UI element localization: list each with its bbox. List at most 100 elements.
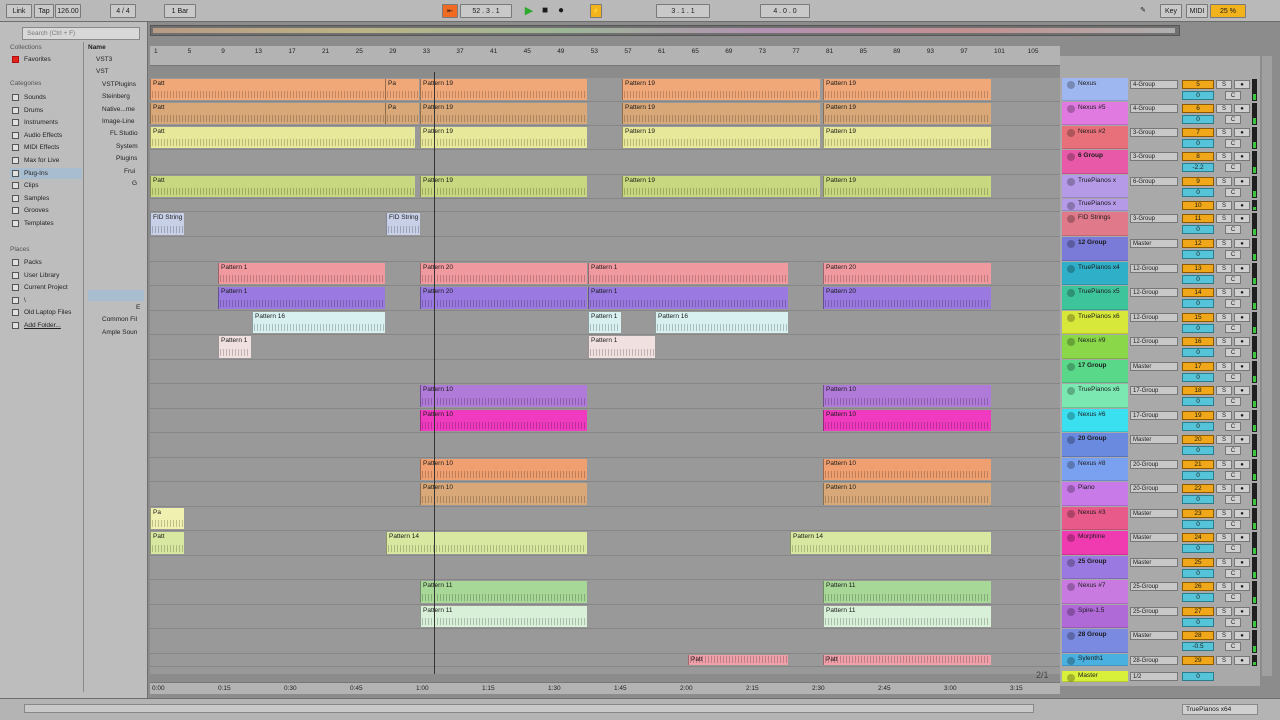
- track-name[interactable]: Nexus #5: [1062, 102, 1128, 125]
- pan-field[interactable]: C: [1225, 324, 1241, 333]
- midi-clip[interactable]: Pattern 1: [218, 287, 385, 309]
- fold-icon[interactable]: [1067, 387, 1075, 395]
- volume-field[interactable]: 0: [1182, 91, 1214, 100]
- arrangement-position-field[interactable]: 52 . 3 . 1: [460, 4, 512, 18]
- output-routing-dropdown[interactable]: 12-Group: [1130, 288, 1178, 297]
- volume-field[interactable]: 0: [1182, 139, 1214, 148]
- midi-clip[interactable]: Pattern 14: [790, 532, 991, 554]
- track-name[interactable]: Piano: [1062, 482, 1128, 506]
- quantize-dropdown[interactable]: 1 Bar: [164, 4, 196, 18]
- midi-clip[interactable]: Pattern 11: [823, 606, 991, 627]
- solo-button[interactable]: S: [1216, 177, 1232, 186]
- track-activator[interactable]: 25: [1182, 558, 1214, 567]
- category-item[interactable]: Samples: [10, 193, 82, 204]
- track-name[interactable]: Nexus #3: [1062, 507, 1128, 530]
- output-routing-dropdown[interactable]: 25-Group: [1130, 607, 1178, 616]
- tree-item[interactable]: [88, 252, 144, 263]
- track-header[interactable]: 28 Group Master 28 S ● -0.5 C: [1060, 629, 1260, 654]
- output-routing-dropdown[interactable]: 12-Group: [1130, 337, 1178, 346]
- track-name[interactable]: Spire-1.5: [1062, 605, 1128, 628]
- arm-button[interactable]: ●: [1234, 337, 1250, 346]
- midi-map-button[interactable]: MIDI: [1186, 4, 1208, 18]
- solo-button[interactable]: S: [1216, 533, 1232, 542]
- track-activator[interactable]: 10: [1182, 201, 1214, 210]
- volume-field[interactable]: 0: [1182, 446, 1214, 455]
- volume-field[interactable]: -2.2: [1182, 163, 1214, 172]
- track-name[interactable]: 12 Group: [1062, 237, 1128, 261]
- fold-icon[interactable]: [1067, 215, 1075, 223]
- arm-button[interactable]: ●: [1234, 177, 1250, 186]
- track-header[interactable]: TruePianos x5 12-Group 14 S ● 0 C: [1060, 286, 1260, 311]
- tree-item[interactable]: VSTPlugins: [88, 79, 144, 90]
- category-item[interactable]: Templates: [10, 218, 82, 229]
- track-header[interactable]: Nexus 4-Group 5 S ● 0 C: [1060, 78, 1260, 102]
- arrangement-overview[interactable]: [150, 25, 1180, 36]
- master-volume[interactable]: 0: [1182, 672, 1214, 681]
- pan-field[interactable]: C: [1225, 163, 1241, 172]
- track-header[interactable]: Nexus #5 4-Group 6 S ● 0 C: [1060, 102, 1260, 126]
- arm-button[interactable]: ●: [1234, 631, 1250, 640]
- track-name[interactable]: Nexus #9: [1062, 335, 1128, 359]
- place-item[interactable]: Packs: [10, 257, 82, 268]
- track-name[interactable]: Nexus #8: [1062, 458, 1128, 481]
- track-activator[interactable]: 7: [1182, 128, 1214, 137]
- fold-icon[interactable]: [1067, 674, 1075, 682]
- track-name[interactable]: TruePianos x: [1062, 175, 1128, 198]
- track-name[interactable]: TruePianos x5: [1062, 286, 1128, 310]
- midi-clip[interactable]: Pattern 11: [420, 606, 587, 627]
- follow-icon[interactable]: ⇤: [442, 4, 458, 18]
- track-header[interactable]: Nexus #6 17-Group 19 S ● 0 C: [1060, 409, 1260, 433]
- track-activator[interactable]: 9: [1182, 177, 1214, 186]
- track-activator[interactable]: 19: [1182, 411, 1214, 420]
- pan-field[interactable]: C: [1225, 593, 1241, 602]
- output-routing-dropdown[interactable]: 3-Group: [1130, 214, 1178, 223]
- track-activator[interactable]: 20: [1182, 435, 1214, 444]
- arrangement-lane[interactable]: [150, 237, 1060, 262]
- fold-icon[interactable]: [1067, 608, 1075, 616]
- tree-item[interactable]: Image-Line: [88, 116, 144, 127]
- solo-button[interactable]: S: [1216, 264, 1232, 273]
- arm-button[interactable]: ●: [1234, 460, 1250, 469]
- midi-clip[interactable]: Pattern 20: [823, 263, 991, 284]
- loop-start-field[interactable]: 3 . 1 . 1: [656, 4, 710, 18]
- tree-item[interactable]: Native...me: [88, 104, 144, 115]
- midi-clip[interactable]: Pattern 20: [420, 263, 587, 284]
- arm-button[interactable]: ●: [1234, 201, 1250, 210]
- key-map-button[interactable]: Key: [1160, 4, 1182, 18]
- pan-field[interactable]: C: [1225, 299, 1241, 308]
- vertical-scrollbar[interactable]: [1262, 56, 1272, 676]
- track-activator[interactable]: 27: [1182, 607, 1214, 616]
- fold-icon[interactable]: [1067, 485, 1075, 493]
- track-name[interactable]: Nexus #2: [1062, 126, 1128, 149]
- track-name[interactable]: FID Strings: [1062, 212, 1128, 236]
- arm-button[interactable]: ●: [1234, 128, 1250, 137]
- fold-icon[interactable]: [1067, 240, 1075, 248]
- midi-clip[interactable]: Pattern 19: [622, 127, 820, 148]
- track-header[interactable]: Nexus #8 20-Group 21 S ● 0 C: [1060, 458, 1260, 482]
- tree-item[interactable]: [88, 215, 144, 226]
- midi-clip[interactable]: Pattern 1: [588, 312, 621, 333]
- output-routing-dropdown[interactable]: 17-Group: [1130, 386, 1178, 395]
- solo-button[interactable]: S: [1216, 288, 1232, 297]
- arm-button[interactable]: ●: [1234, 607, 1250, 616]
- track-name[interactable]: TruePianos x6: [1062, 384, 1128, 408]
- tree-item[interactable]: [88, 240, 144, 251]
- track-activator[interactable]: 13: [1182, 264, 1214, 273]
- solo-button[interactable]: S: [1216, 362, 1232, 371]
- browser-search-input[interactable]: Search (Ctrl + F): [22, 27, 140, 40]
- midi-clip[interactable]: Pattern 19: [420, 176, 587, 197]
- tap-button[interactable]: Tap: [34, 4, 54, 18]
- pan-field[interactable]: C: [1225, 471, 1241, 480]
- volume-field[interactable]: 0: [1182, 422, 1214, 431]
- arrangement-lane[interactable]: Pattern 10 Pattern 10: [150, 458, 1060, 482]
- output-routing-dropdown[interactable]: 12-Group: [1130, 264, 1178, 273]
- midi-clip[interactable]: Pattern 1: [588, 336, 655, 358]
- solo-button[interactable]: S: [1216, 337, 1232, 346]
- arrangement-lane[interactable]: Patt Pattern 19 Pattern 19 Pattern 19: [150, 126, 1060, 150]
- tree-item[interactable]: VST: [88, 66, 144, 77]
- tree-item[interactable]: Ample Soun: [88, 327, 144, 338]
- tree-item[interactable]: [88, 190, 144, 201]
- track-header[interactable]: 25 Group Master 25 S ● 0 C: [1060, 556, 1260, 580]
- track-header[interactable]: 17 Group Master 17 S ● 0 C: [1060, 360, 1260, 384]
- fold-icon[interactable]: [1067, 129, 1075, 137]
